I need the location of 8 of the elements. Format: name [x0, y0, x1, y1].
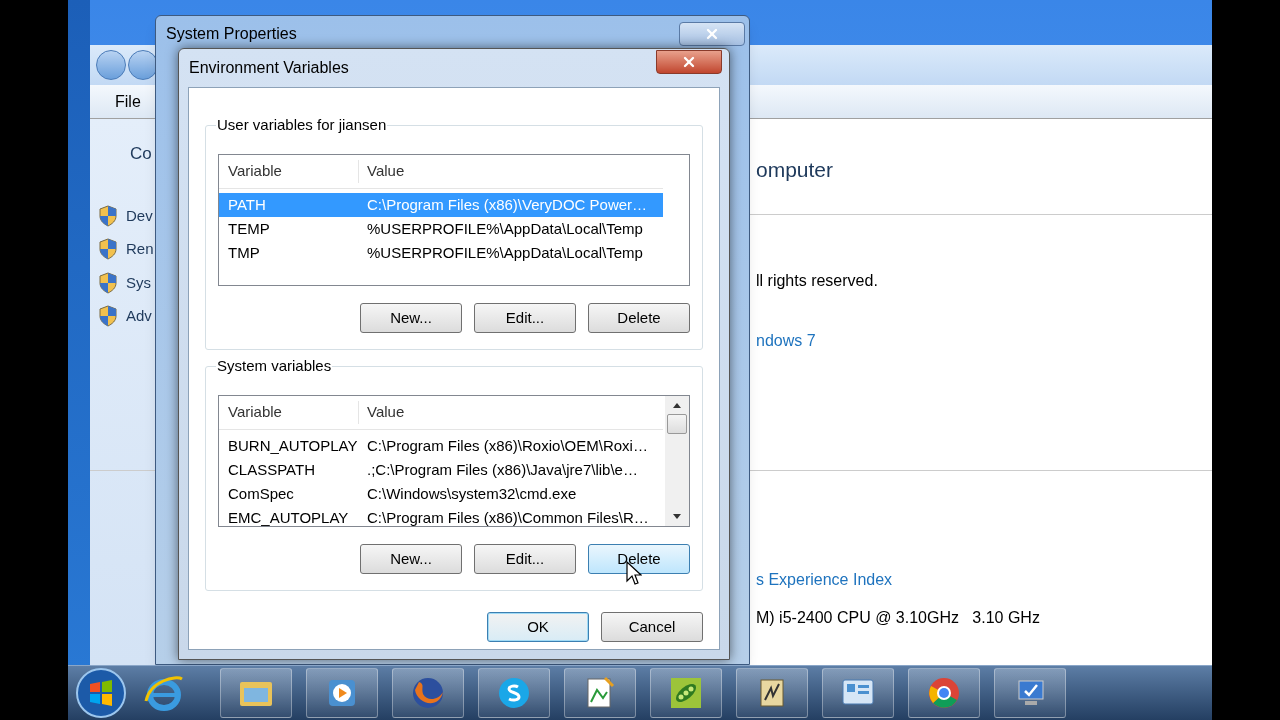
page-heading: omputer: [756, 157, 835, 183]
group-label: System variables: [216, 357, 333, 375]
dialog-title: Environment Variables: [189, 58, 349, 78]
info-text: ll rights reserved.: [756, 270, 879, 291]
nav-heading: Co: [130, 143, 152, 165]
group-label: User variables for jiansen: [216, 116, 388, 134]
info-text: M) i5-2400 CPU @ 3.10GHz 3.10 GHz: [756, 607, 1041, 628]
window-title: System Properties: [166, 23, 297, 44]
